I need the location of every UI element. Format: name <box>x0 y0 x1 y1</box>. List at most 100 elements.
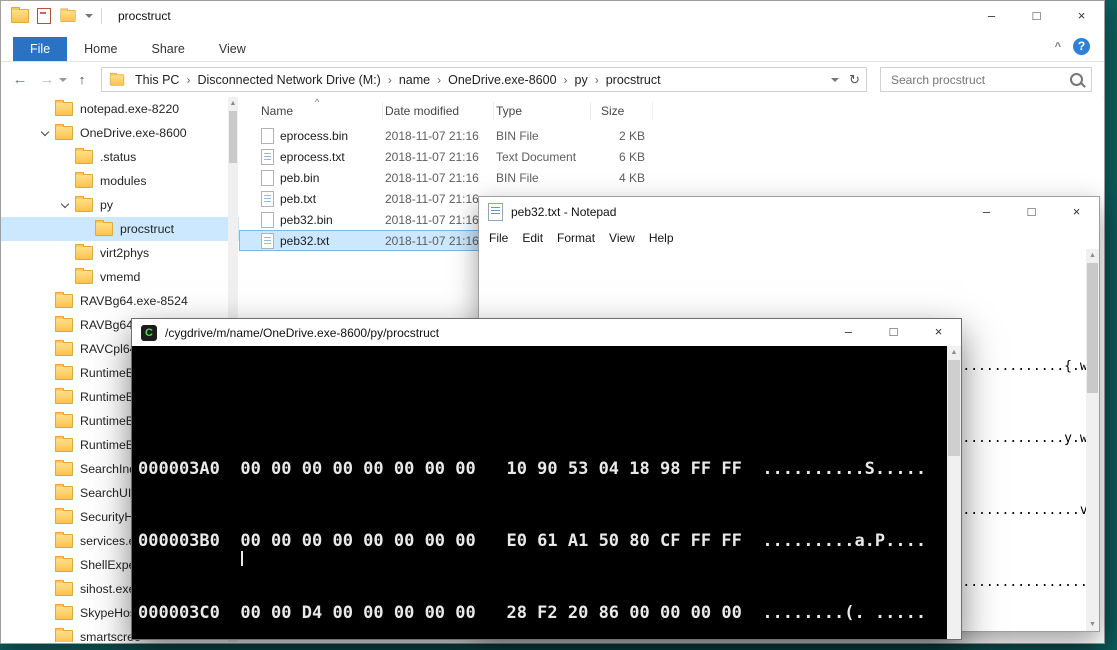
recent-locations-chevron-icon[interactable] <box>59 78 67 82</box>
scroll-up-icon[interactable]: ▲ <box>947 346 961 359</box>
tree-item[interactable]: py <box>1 193 239 217</box>
close-button[interactable]: × <box>1059 1 1104 31</box>
folder-icon <box>55 102 73 116</box>
file-icon <box>261 149 274 165</box>
file-row[interactable]: eprocess.txt 2018-11-07 21:16 Text Docum… <box>239 146 655 167</box>
explorer-titlebar[interactable]: procstruct – □ × <box>1 1 1104 31</box>
tree-item[interactable]: RAVBg64.exe-8524 <box>1 289 239 313</box>
tree-item-label: vmemd <box>100 270 140 284</box>
menu-item[interactable]: Format <box>550 231 602 245</box>
search-box <box>880 67 1092 92</box>
tree-item[interactable]: .status <box>1 145 239 169</box>
notepad-scrollbar[interactable]: ▲ ▼ <box>1086 249 1099 631</box>
menu-item[interactable]: Help <box>642 231 681 245</box>
folder-icon <box>55 582 73 596</box>
maximize-button[interactable]: □ <box>1009 197 1054 227</box>
terminal-scrollbar-thumb[interactable] <box>948 360 960 456</box>
close-button[interactable]: × <box>916 319 961 346</box>
breadcrumb: py › <box>570 73 601 87</box>
ribbon-tab[interactable]: View <box>202 37 263 61</box>
file-icon <box>261 128 274 144</box>
terminal-scrollbar[interactable]: ▲ <box>947 346 961 639</box>
breadcrumb-segment[interactable]: This PC <box>130 73 184 87</box>
maximize-button[interactable]: □ <box>871 319 916 346</box>
refresh-icon[interactable]: ↻ <box>849 72 860 88</box>
tree-item[interactable]: procstruct <box>1 217 239 241</box>
up-button[interactable]: ↑ <box>72 72 92 87</box>
ribbon-tab[interactable]: Share <box>135 37 202 61</box>
tree-item[interactable]: vmemd <box>1 265 239 289</box>
column-header-size[interactable]: Size <box>591 102 653 120</box>
file-type: BIN File <box>494 171 591 185</box>
breadcrumb-segment[interactable]: name <box>394 73 435 87</box>
tree-item-label: notepad.exe-8220 <box>80 102 179 116</box>
breadcrumb-segment[interactable]: procstruct <box>601 73 666 87</box>
tree-item[interactable]: virt2phys <box>1 241 239 265</box>
maximize-button[interactable]: □ <box>1014 1 1059 31</box>
address-bar[interactable]: This PC › Disconnected Network Drive (M:… <box>101 67 867 92</box>
scroll-up-icon[interactable]: ▲ <box>228 97 238 110</box>
menu-item[interactable]: View <box>602 231 642 245</box>
menu-item[interactable]: File <box>482 231 515 245</box>
search-input[interactable] <box>889 72 1070 88</box>
folder-icon <box>55 630 73 642</box>
tree-item[interactable]: OneDrive.exe-8600 <box>1 121 239 145</box>
terminal-content[interactable]: 000003A0 00 00 00 00 00 00 00 00 10 90 5… <box>132 346 961 639</box>
folder-icon <box>55 294 73 308</box>
close-button[interactable]: × <box>1054 197 1099 227</box>
breadcrumb-separator-icon[interactable]: › <box>386 73 394 87</box>
file-icon <box>261 212 274 228</box>
back-button[interactable]: ← <box>9 71 31 88</box>
help-icon[interactable]: ? <box>1073 38 1090 55</box>
qat-customize-chevron-icon[interactable] <box>85 14 93 18</box>
file-name: peb.txt <box>280 192 316 206</box>
menu-item[interactable]: Edit <box>515 231 550 245</box>
folder-icon <box>55 342 73 356</box>
forward-button[interactable]: → <box>36 71 58 88</box>
breadcrumb: Disconnected Network Drive (M:) › <box>192 73 393 87</box>
tree-item[interactable]: modules <box>1 169 239 193</box>
column-header-date-modified[interactable]: Date modified <box>383 102 494 120</box>
file-row[interactable]: peb.bin 2018-11-07 21:16 BIN File 4 KB <box>239 167 655 188</box>
address-dropdown-icon[interactable] <box>831 78 839 82</box>
breadcrumb-separator-icon[interactable]: › <box>562 73 570 87</box>
file-size: 4 KB <box>591 171 653 185</box>
breadcrumb-separator-icon[interactable]: › <box>593 73 601 87</box>
breadcrumb-segment[interactable]: py <box>570 73 593 87</box>
qat-new-folder-icon[interactable] <box>60 10 75 22</box>
minimize-button[interactable]: – <box>969 1 1014 31</box>
file-row[interactable]: eprocess.bin 2018-11-07 21:16 BIN File 2… <box>239 125 655 146</box>
minimize-button[interactable]: – <box>964 197 1009 227</box>
file-name: peb32.bin <box>280 213 333 227</box>
breadcrumb-segment[interactable]: OneDrive.exe-8600 <box>443 73 561 87</box>
terminal-hex-line: 000003C0 00 00 D4 00 00 00 00 00 28 F2 2… <box>138 604 961 622</box>
tree-item-label: procstruct <box>120 222 174 236</box>
tree-scrollbar-thumb[interactable] <box>229 111 237 163</box>
notepad-titlebar[interactable]: peb32.txt - Notepad – □ × <box>479 197 1099 227</box>
breadcrumb-separator-icon[interactable]: › <box>184 73 192 87</box>
minimize-button[interactable]: – <box>826 319 871 346</box>
breadcrumb-segment[interactable]: Disconnected Network Drive (M:) <box>192 73 385 87</box>
file-date-modified: 2018-11-07 21:16 <box>383 171 494 185</box>
file-name: peb.bin <box>280 171 319 185</box>
column-header-name[interactable]: Name <box>261 102 383 120</box>
scroll-down-icon[interactable]: ▼ <box>1086 618 1099 631</box>
column-header-type[interactable]: Type <box>494 102 591 120</box>
scroll-up-icon[interactable]: ▲ <box>1086 249 1099 262</box>
terminal-hex-line: 000003A0 00 00 00 00 00 00 00 00 10 90 5… <box>138 460 961 478</box>
ribbon-tab[interactable]: File <box>13 37 67 61</box>
tree-item[interactable]: notepad.exe-8220 <box>1 97 239 121</box>
tree-item-label: virt2phys <box>100 246 149 260</box>
ribbon-collapse-icon[interactable]: ^ <box>1055 41 1061 53</box>
breadcrumb-separator-icon[interactable]: › <box>435 73 443 87</box>
expand-chevron-icon[interactable] <box>61 203 74 207</box>
terminal-titlebar[interactable]: C /cygdrive/m/name/OneDrive.exe-8600/py/… <box>132 319 961 346</box>
tree-item-label: .status <box>100 150 136 164</box>
breadcrumb: This PC › <box>130 73 192 87</box>
search-icon[interactable] <box>1070 73 1083 86</box>
ribbon-tab[interactable]: Home <box>67 37 134 61</box>
notepad-scrollbar-thumb[interactable] <box>1087 263 1098 393</box>
expand-chevron-icon[interactable] <box>41 131 54 135</box>
folder-icon <box>95 222 113 236</box>
qat-properties-icon[interactable] <box>37 8 51 24</box>
